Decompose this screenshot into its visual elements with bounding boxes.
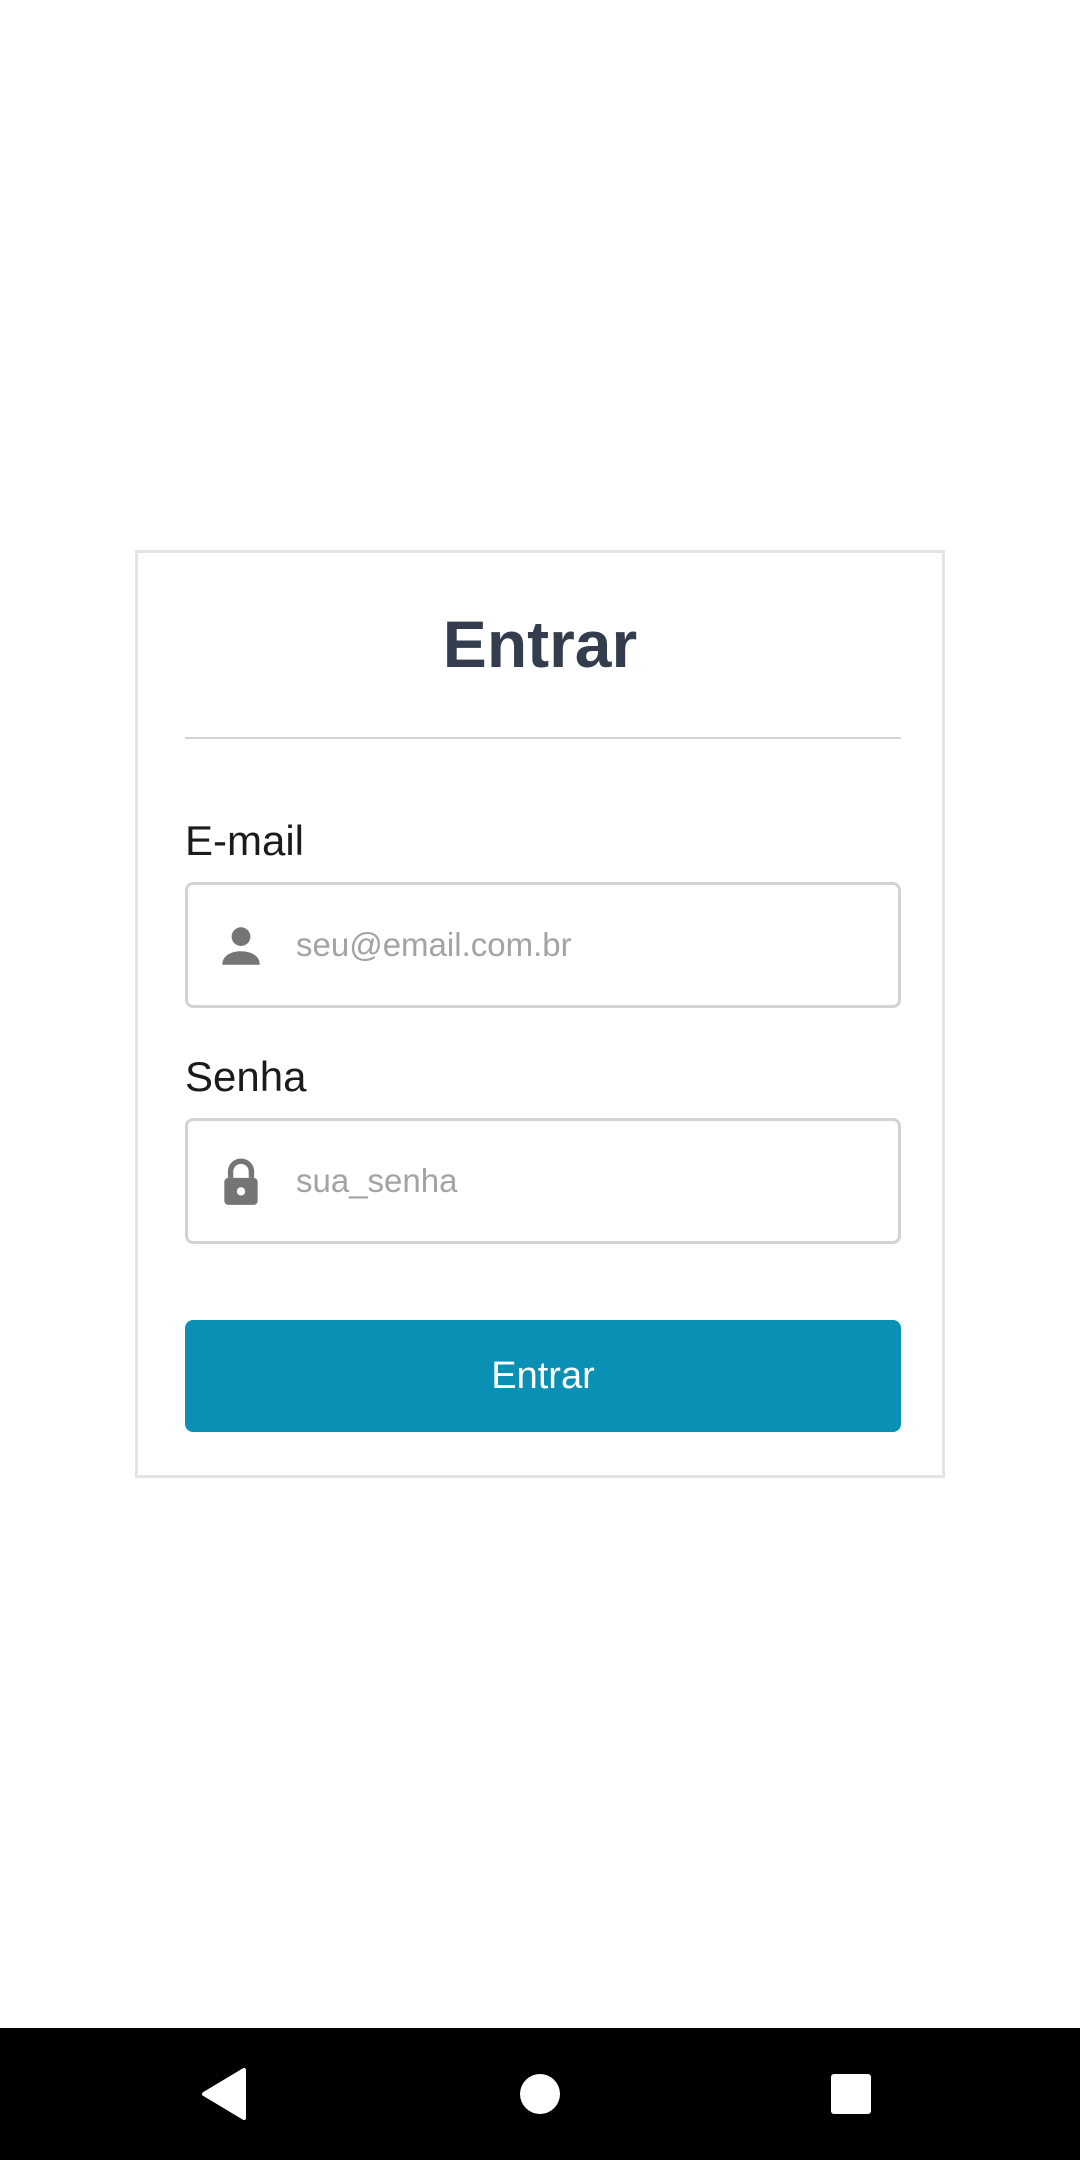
page-title: Entrar bbox=[442, 607, 638, 681]
back-triangle-icon[interactable] bbox=[190, 2058, 262, 2130]
lock-icon bbox=[224, 1158, 258, 1205]
password-label: Senha bbox=[185, 1053, 307, 1100]
email-label: E-mail bbox=[185, 817, 305, 864]
password-input[interactable] bbox=[296, 1121, 888, 1241]
home-circle-icon[interactable] bbox=[504, 2058, 576, 2130]
email-input[interactable] bbox=[296, 885, 888, 1005]
email-field[interactable] bbox=[185, 882, 901, 1008]
password-field[interactable] bbox=[185, 1118, 901, 1244]
system-nav-bar bbox=[0, 2028, 1080, 2160]
divider bbox=[185, 737, 901, 739]
person-icon bbox=[222, 927, 260, 965]
recents-square-icon[interactable] bbox=[815, 2058, 887, 2130]
submit-button[interactable]: Entrar bbox=[185, 1320, 901, 1432]
login-card: Entrar E-mail Senha Entrar bbox=[135, 550, 945, 1478]
